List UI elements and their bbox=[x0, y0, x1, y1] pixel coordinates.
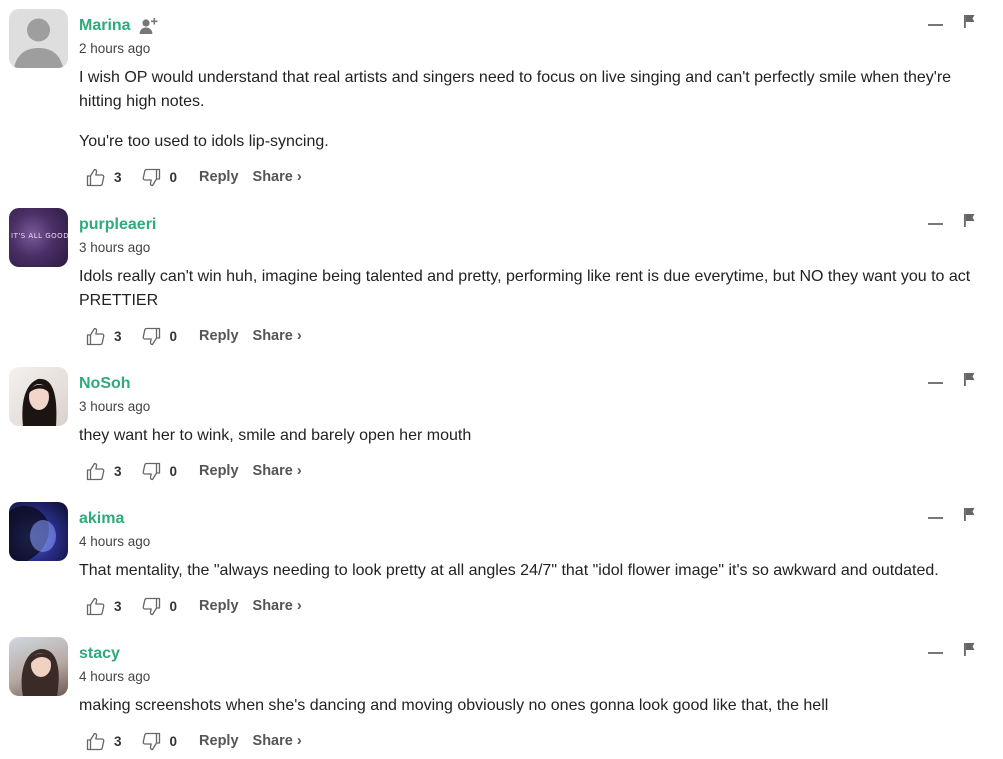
user-photo bbox=[9, 505, 56, 561]
username[interactable]: purpleaeri bbox=[79, 216, 156, 234]
comment-timestamp: 3 hours ago bbox=[79, 240, 151, 255]
reply-button[interactable]: Reply bbox=[199, 328, 239, 344]
comment-body: I wish OP would understand that real art… bbox=[79, 66, 991, 170]
comment-controls bbox=[928, 642, 976, 656]
comment-body: That mentality, the "always needing to l… bbox=[79, 559, 991, 599]
flag-icon[interactable] bbox=[963, 372, 976, 386]
upvote-button[interactable]: 3 bbox=[86, 168, 122, 187]
comment-paragraph: Idols really can't win huh, imagine bein… bbox=[79, 268, 971, 309]
comment-paragraph: I wish OP would understand that real art… bbox=[79, 69, 952, 110]
thumbs-up-icon bbox=[86, 597, 105, 615]
username[interactable]: Marina bbox=[79, 17, 131, 35]
comment-timestamp: 4 hours ago bbox=[79, 534, 151, 549]
upvote-count: 3 bbox=[114, 328, 122, 344]
user-photo bbox=[21, 649, 59, 696]
thumbs-up-icon bbox=[86, 732, 105, 750]
comment-paragraph: That mentality, the "always needing to l… bbox=[79, 562, 939, 579]
downvote-count: 0 bbox=[169, 733, 178, 749]
share-button[interactable]: Share › bbox=[253, 598, 302, 614]
comment-controls bbox=[928, 14, 976, 28]
username[interactable]: akima bbox=[79, 510, 124, 528]
share-button[interactable]: Share › bbox=[253, 169, 302, 185]
comment-actions: 3 0 Reply Share › bbox=[86, 325, 302, 347]
comment-controls bbox=[928, 507, 976, 521]
comment-controls bbox=[928, 213, 976, 227]
reply-button[interactable]: Reply bbox=[199, 463, 239, 479]
avatar[interactable] bbox=[9, 367, 68, 426]
comment-actions: 3 0 Reply Share › bbox=[86, 595, 302, 617]
comment-actions: 3 0 Reply Share › bbox=[86, 460, 302, 482]
avatar[interactable] bbox=[9, 9, 68, 68]
upvote-button[interactable]: 3 bbox=[86, 732, 122, 751]
upvote-count: 3 bbox=[114, 733, 122, 749]
collapse-icon[interactable] bbox=[928, 24, 943, 26]
thumbs-up-icon bbox=[86, 462, 105, 480]
thumbs-up-icon bbox=[86, 168, 105, 186]
follow-user-icon[interactable] bbox=[139, 17, 159, 35]
comment-paragraph: they want her to wink, smile and barely … bbox=[79, 427, 472, 444]
downvote-button[interactable]: 0 bbox=[142, 168, 178, 187]
share-button[interactable]: Share › bbox=[253, 463, 302, 479]
comment-body: Idols really can't win huh, imagine bein… bbox=[79, 265, 991, 329]
downvote-button[interactable]: 0 bbox=[142, 462, 178, 481]
collapse-icon[interactable] bbox=[928, 382, 943, 384]
thumbs-down-icon bbox=[142, 462, 160, 480]
share-button[interactable]: Share › bbox=[253, 733, 302, 749]
downvote-button[interactable]: 0 bbox=[142, 597, 178, 616]
default-avatar-icon bbox=[14, 18, 63, 68]
avatar-caption: IT'S ALL GOOD bbox=[11, 232, 68, 240]
comment-item: IT'S ALL GOOD purpleaeri 3 hours ago Ido… bbox=[0, 199, 1003, 358]
reply-button[interactable]: Reply bbox=[199, 169, 239, 185]
comment-paragraph: You're too used to idols lip-syncing. bbox=[79, 133, 329, 150]
comment-item: akima 4 hours ago That mentality, the "a… bbox=[0, 493, 1003, 628]
reply-button[interactable]: Reply bbox=[199, 733, 239, 749]
collapse-icon[interactable] bbox=[928, 652, 943, 654]
user-photo bbox=[22, 378, 57, 426]
downvote-count: 0 bbox=[169, 169, 178, 185]
downvote-count: 0 bbox=[169, 598, 178, 614]
flag-icon[interactable] bbox=[963, 213, 976, 227]
comment-list: Marina 2 hours ago I wish OP would under… bbox=[0, 0, 1003, 759]
comment-body: making screenshots when she's dancing an… bbox=[79, 694, 991, 734]
comment-item: NoSoh 3 hours ago they want her to wink,… bbox=[0, 358, 1003, 493]
comment-actions: 3 0 Reply Share › bbox=[86, 166, 302, 188]
avatar[interactable] bbox=[9, 637, 68, 696]
thumbs-down-icon bbox=[142, 168, 160, 186]
upvote-button[interactable]: 3 bbox=[86, 327, 122, 346]
avatar[interactable] bbox=[9, 502, 68, 561]
thumbs-down-icon bbox=[142, 597, 160, 615]
collapse-icon[interactable] bbox=[928, 223, 943, 225]
username[interactable]: NoSoh bbox=[79, 375, 131, 393]
flag-icon[interactable] bbox=[963, 14, 976, 28]
comment-timestamp: 4 hours ago bbox=[79, 669, 151, 684]
downvote-count: 0 bbox=[169, 463, 178, 479]
thumbs-down-icon bbox=[142, 327, 160, 345]
comment-item: Marina 2 hours ago I wish OP would under… bbox=[0, 0, 1003, 199]
thumbs-down-icon bbox=[142, 732, 160, 750]
avatar[interactable]: IT'S ALL GOOD bbox=[9, 208, 68, 267]
share-button[interactable]: Share › bbox=[253, 328, 302, 344]
comment-item: stacy 4 hours ago making screenshots whe… bbox=[0, 628, 1003, 759]
flag-icon[interactable] bbox=[963, 507, 976, 521]
collapse-icon[interactable] bbox=[928, 517, 943, 519]
comment-body: they want her to wink, smile and barely … bbox=[79, 424, 991, 464]
upvote-button[interactable]: 3 bbox=[86, 462, 122, 481]
downvote-button[interactable]: 0 bbox=[142, 732, 178, 751]
thumbs-up-icon bbox=[86, 327, 105, 345]
username[interactable]: stacy bbox=[79, 645, 120, 663]
downvote-count: 0 bbox=[169, 328, 178, 344]
comment-timestamp: 2 hours ago bbox=[79, 41, 151, 56]
upvote-count: 3 bbox=[114, 463, 122, 479]
comment-paragraph: making screenshots when she's dancing an… bbox=[79, 697, 829, 714]
upvote-count: 3 bbox=[114, 169, 122, 185]
comment-controls bbox=[928, 372, 976, 386]
reply-button[interactable]: Reply bbox=[199, 598, 239, 614]
upvote-button[interactable]: 3 bbox=[86, 597, 122, 616]
flag-icon[interactable] bbox=[963, 642, 976, 656]
downvote-button[interactable]: 0 bbox=[142, 327, 178, 346]
comment-actions: 3 0 Reply Share › bbox=[86, 730, 302, 752]
comment-timestamp: 3 hours ago bbox=[79, 399, 151, 414]
upvote-count: 3 bbox=[114, 598, 122, 614]
